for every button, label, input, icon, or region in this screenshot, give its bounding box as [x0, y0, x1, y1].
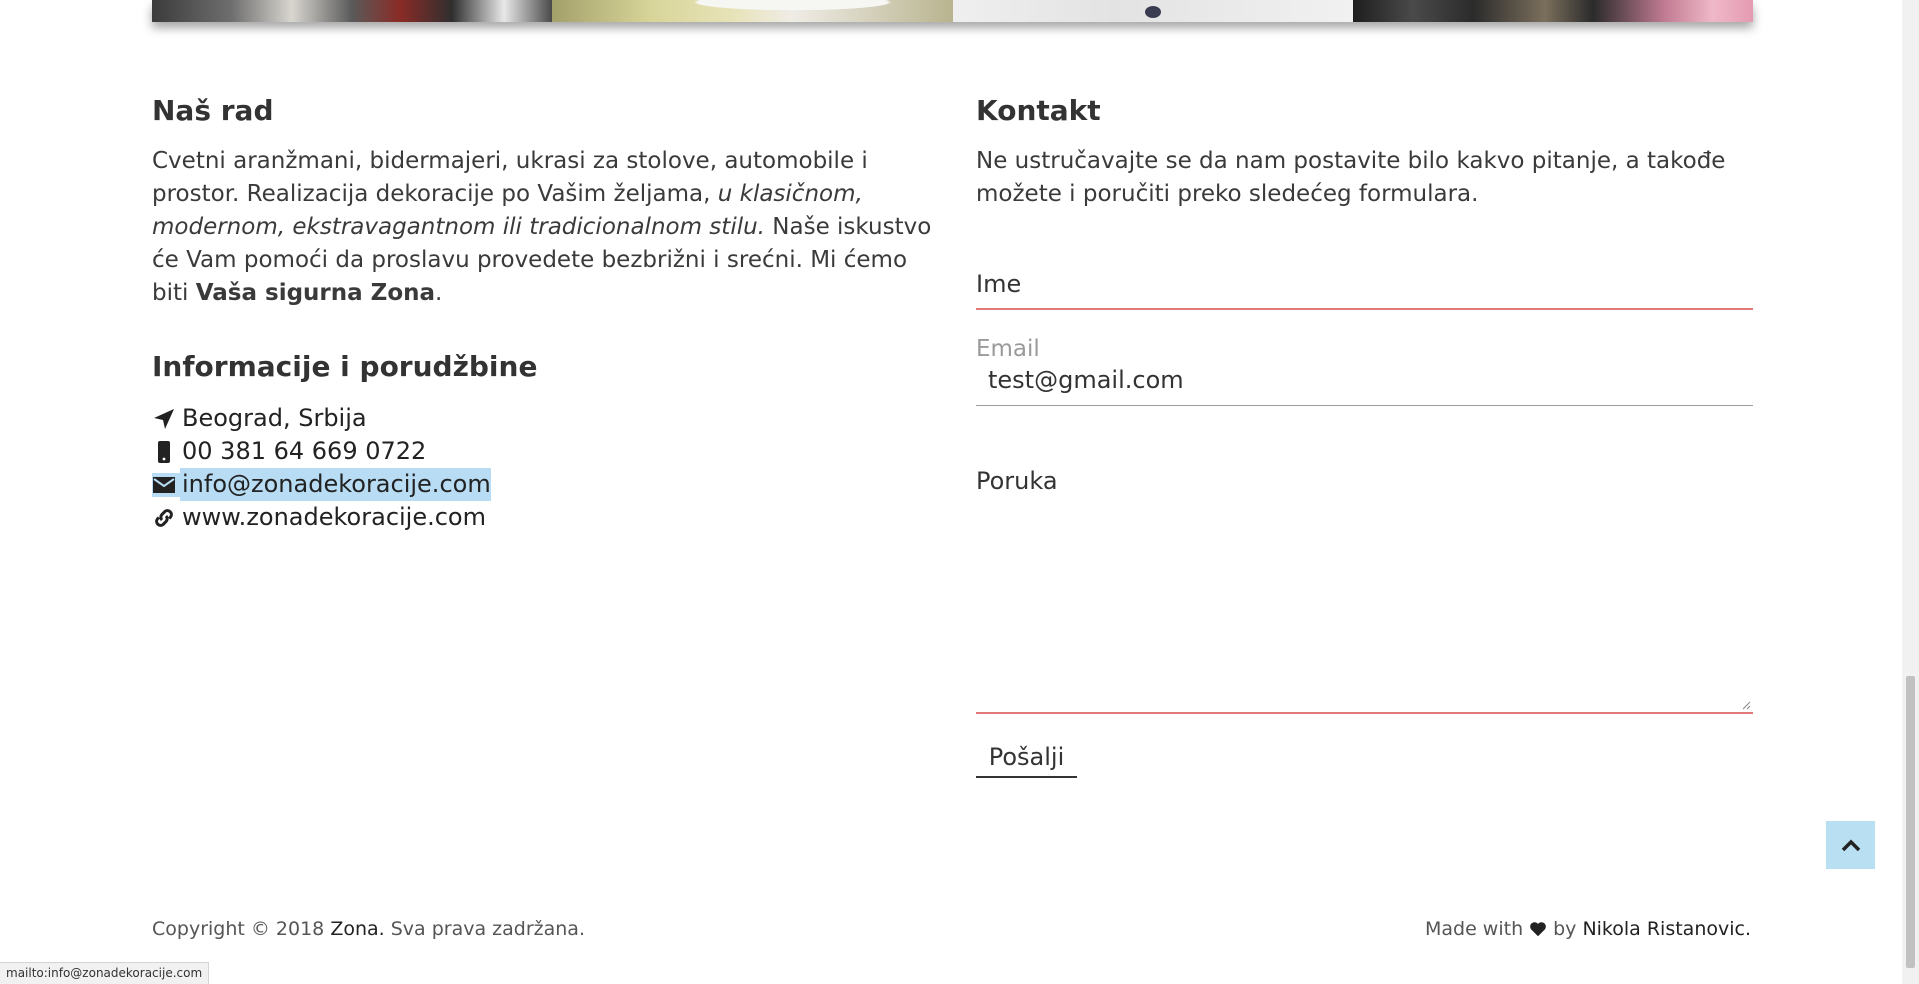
- contact-heading: Kontakt: [976, 94, 1101, 127]
- gallery-image[interactable]: [152, 0, 553, 22]
- about-heading: Naš rad: [152, 94, 274, 127]
- email-field-value[interactable]: test@gmail.com: [976, 366, 1753, 394]
- by-text: by: [1553, 918, 1577, 940]
- info-item-website[interactable]: www.zonadekoracije.com: [152, 501, 491, 534]
- mobile-phone-icon: [152, 440, 180, 464]
- scroll-top-button[interactable]: [1826, 821, 1875, 869]
- envelope-icon: [152, 472, 180, 497]
- brand-link[interactable]: Zona.: [330, 918, 384, 940]
- website-link[interactable]: www.zonadekoracije.com: [180, 501, 486, 534]
- message-field[interactable]: Poruka: [976, 467, 1753, 714]
- info-item-label: 00 381 64 669 0722: [182, 437, 427, 465]
- page-scrollbar[interactable]: [1902, 0, 1919, 984]
- about-text-bold: Vaša sigurna Zona: [195, 280, 436, 306]
- gallery-image[interactable]: [952, 0, 1353, 22]
- copyright-suffix: Sva prava zadržana.: [384, 918, 585, 940]
- name-field-label: Ime: [976, 270, 1022, 298]
- message-field-label: Poruka: [976, 467, 1058, 495]
- made-with-text: Made with: [1424, 918, 1524, 940]
- gallery-strip: [152, 0, 1753, 22]
- location-arrow-icon: [152, 407, 180, 431]
- email-link[interactable]: info@zonadekoracije.com: [180, 468, 491, 501]
- info-heading: Informacije i porudžbine: [152, 350, 538, 383]
- resize-grip-icon[interactable]: [1741, 700, 1751, 710]
- scrollbar-thumb[interactable]: [1906, 676, 1915, 968]
- about-text-end: .: [435, 280, 443, 306]
- info-item-email[interactable]: info@zonadekoracije.com: [152, 468, 491, 501]
- page: Naš rad Cvetni aranžmani, bidermajeri, u…: [0, 0, 1919, 984]
- contact-intro: Ne ustručavajte se da nam postavite bilo…: [976, 148, 1726, 207]
- gallery-image[interactable]: [552, 0, 953, 22]
- gallery-image[interactable]: [1352, 0, 1753, 22]
- info-item-label: Beograd, Srbija: [182, 404, 367, 432]
- name-field[interactable]: Ime: [976, 270, 1753, 310]
- heart-icon: [1530, 922, 1546, 937]
- about-paragraph: Cvetni aranžmani, bidermajeri, ukrasi za…: [152, 145, 932, 310]
- browser-status-bar: mailto:info@zonadekoracije.com: [0, 962, 210, 984]
- footer-credit: Made with by Nikola Ristanovic.: [1425, 918, 1751, 940]
- link-icon: [152, 506, 180, 530]
- copyright-prefix: Copyright © 2018: [152, 918, 331, 940]
- email-field-label: Email: [976, 336, 1040, 362]
- email-field[interactable]: Email test@gmail.com: [976, 336, 1753, 406]
- info-item-address: Beograd, Srbija: [152, 402, 491, 435]
- send-button[interactable]: Pošalji: [976, 742, 1077, 778]
- info-list: Beograd, Srbija 00 381 64 669 0722 info@…: [152, 402, 491, 534]
- chevron-up-icon: [1841, 839, 1860, 852]
- author-link[interactable]: Nikola Ristanovic.: [1582, 918, 1751, 940]
- info-item-phone: 00 381 64 669 0722: [152, 435, 491, 468]
- footer-copyright: Copyright © 2018 Zona. Sva prava zadržan…: [152, 918, 585, 940]
